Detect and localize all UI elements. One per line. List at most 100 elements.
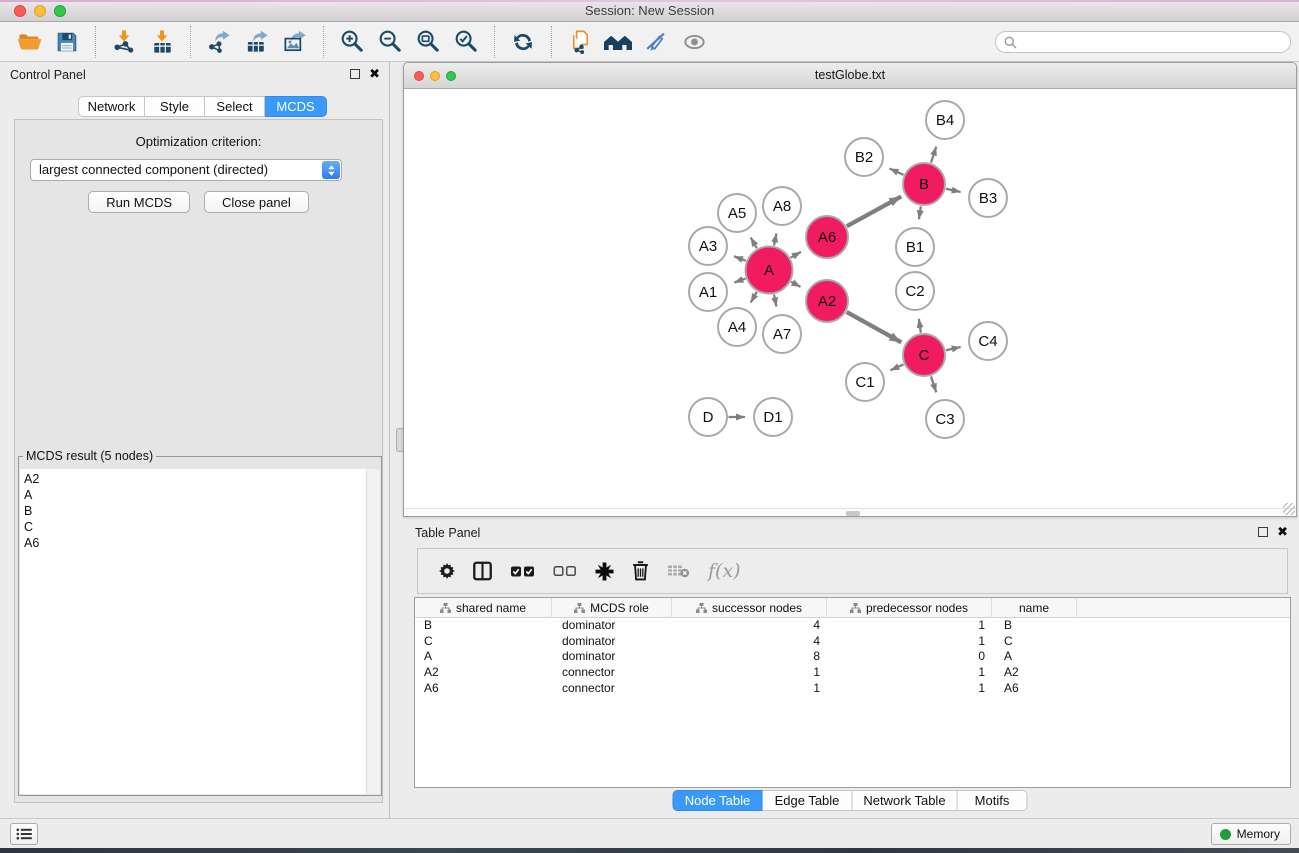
result-scrollbar[interactable] [366, 469, 380, 794]
table-toolbar: f(x) [417, 548, 1288, 594]
duplicate-network-icon[interactable] [564, 26, 596, 58]
hide-annotations-icon[interactable] [640, 26, 672, 58]
edge-B-B1[interactable] [919, 206, 921, 219]
edge-A2-C[interactable] [847, 312, 902, 342]
tab-node-table[interactable]: Node Table [673, 790, 763, 811]
maximize-window-button[interactable] [54, 5, 66, 17]
run-mcds-button[interactable]: Run MCDS [88, 191, 190, 213]
column-header-name[interactable]: name [992, 598, 1077, 618]
delete-table-icon[interactable] [667, 564, 690, 578]
hscroll-thumb[interactable] [846, 511, 860, 516]
column-header-predecessor-nodes[interactable]: predecessor nodes [827, 598, 992, 618]
table-row[interactable]: Cdominator41C [415, 634, 1290, 650]
table-row[interactable]: A2connector11A2 [415, 665, 1290, 681]
edge-A-A5[interactable] [751, 237, 757, 248]
edge-A-A2[interactable] [791, 282, 800, 287]
import-network-icon[interactable] [108, 26, 140, 58]
table-row[interactable]: A6connector11A6 [415, 681, 1290, 697]
home-icon[interactable] [602, 26, 634, 58]
toolbar-separator [494, 26, 495, 58]
dropdown-stepper-icon [322, 161, 340, 179]
column-header-shared-name[interactable]: shared name [415, 598, 552, 618]
desktop-edge [0, 848, 1299, 853]
network-close-button[interactable] [414, 71, 424, 81]
zoom-out-icon[interactable] [374, 26, 406, 58]
tab-network-table[interactable]: Network Table [853, 790, 958, 811]
export-image-icon[interactable] [279, 26, 311, 58]
tab-edge-table[interactable]: Edge Table [763, 790, 853, 811]
edge-C-C3[interactable] [931, 376, 936, 392]
tab-mcds[interactable]: MCDS [265, 96, 327, 117]
tab-style[interactable]: Style [145, 96, 205, 117]
edge-A6-B[interactable] [847, 196, 901, 226]
edge-A-A7[interactable] [774, 294, 776, 306]
unselect-all-icon[interactable] [553, 566, 577, 576]
show-columns-icon[interactable] [473, 561, 492, 581]
tab-select[interactable]: Select [205, 96, 265, 117]
close-panel-icon[interactable]: ✖ [369, 69, 380, 79]
edge-C-C1[interactable] [890, 364, 903, 370]
zoom-in-icon[interactable] [336, 26, 368, 58]
delete-row-trash-icon[interactable] [632, 561, 649, 581]
table-row[interactable]: Adominator80A [415, 649, 1290, 665]
memory-status-icon [1220, 829, 1231, 840]
column-header-successor-nodes[interactable]: successor nodes [672, 598, 827, 618]
column-header-MCDS-role[interactable]: MCDS role [552, 598, 672, 618]
result-list-item[interactable]: B [24, 503, 366, 519]
node-label-A7: A7 [773, 326, 791, 343]
search-box[interactable] [995, 31, 1291, 53]
save-session-icon[interactable] [51, 26, 83, 58]
refresh-icon[interactable] [507, 26, 539, 58]
node-label-C3: C3 [935, 411, 954, 428]
table-row[interactable]: Bdominator41B [415, 618, 1290, 634]
edge-A-A3[interactable] [734, 256, 746, 261]
main-toolbar [0, 22, 1299, 62]
edge-B-B2[interactable] [890, 168, 904, 174]
network-canvas[interactable]: B4B2BB3A8A5A6B1A3AC2A1A2A4A7C4CC1C3DD1 [404, 89, 1296, 508]
search-input[interactable] [1022, 33, 1290, 51]
float-panel-icon[interactable] [1258, 527, 1268, 537]
node-label-C2: C2 [905, 283, 924, 300]
function-builder-icon[interactable]: f(x) [708, 560, 741, 582]
edge-C-C2[interactable] [919, 319, 921, 333]
export-network-icon[interactable] [203, 26, 235, 58]
edge-B-B3[interactable] [946, 189, 961, 192]
zoom-fit-icon[interactable] [412, 26, 444, 58]
memory-button[interactable]: Memory [1211, 823, 1291, 845]
edge-A-A1[interactable] [734, 278, 745, 282]
result-list-item[interactable]: A6 [24, 535, 366, 551]
edge-B-B4[interactable] [931, 147, 936, 163]
network-minimize-button[interactable] [430, 71, 440, 81]
add-row-icon[interactable] [595, 562, 614, 581]
open-session-icon[interactable] [13, 26, 45, 58]
close-panel-button[interactable]: Close panel [204, 191, 309, 213]
import-table-icon[interactable] [146, 26, 178, 58]
network-hscrollbar[interactable] [404, 508, 1296, 516]
tab-motifs[interactable]: Motifs [958, 790, 1028, 811]
show-view-eye-icon[interactable] [678, 26, 710, 58]
settings-gear-icon[interactable] [439, 563, 455, 579]
minimize-window-button[interactable] [34, 5, 46, 17]
export-table-icon[interactable] [241, 26, 273, 58]
edge-C-C4[interactable] [946, 347, 961, 350]
network-maximize-button[interactable] [446, 71, 456, 81]
window-resize-grip[interactable] [1283, 503, 1295, 515]
result-list-item[interactable]: A [24, 487, 366, 503]
result-list-item[interactable]: C [24, 519, 366, 535]
close-window-button[interactable] [14, 5, 26, 17]
edge-A-A6[interactable] [791, 252, 801, 258]
table-cell: dominator [552, 618, 672, 634]
tab-network[interactable]: Network [78, 96, 145, 117]
criterion-dropdown[interactable]: largest connected component (directed) [30, 159, 342, 181]
node-label-A8: A8 [773, 198, 791, 215]
network-window-titlebar[interactable]: testGlobe.txt [404, 63, 1296, 89]
select-all-icon[interactable] [510, 566, 535, 577]
close-panel-icon[interactable]: ✖ [1277, 527, 1288, 537]
float-panel-icon[interactable] [350, 69, 360, 79]
task-history-button[interactable] [10, 823, 38, 845]
node-label-B4: B4 [936, 112, 954, 129]
result-list-item[interactable]: A2 [24, 471, 366, 487]
edge-A-A4[interactable] [751, 292, 757, 303]
edge-A-A8[interactable] [774, 233, 776, 245]
zoom-selected-icon[interactable] [450, 26, 482, 58]
